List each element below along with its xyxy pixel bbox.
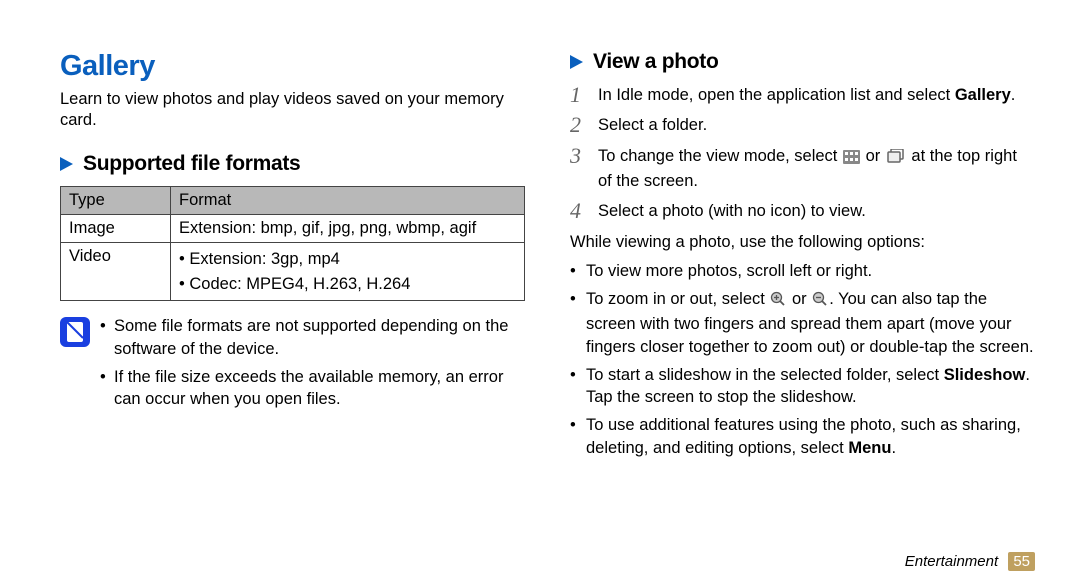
- table-cell-image-type: Image: [61, 214, 171, 242]
- table-cell-video-format: • Extension: 3gp, mp4 • Codec: MPEG4, H.…: [171, 242, 525, 301]
- opt-bold: Menu: [848, 439, 891, 457]
- step-item: Select a photo (with no icon) to view.: [570, 200, 1035, 222]
- table-header-type: Type: [61, 186, 171, 214]
- options-intro: While viewing a photo, use the following…: [570, 232, 1035, 253]
- manual-page: Gallery Learn to view photos and play vi…: [0, 0, 1080, 586]
- chevron-right-icon: [60, 157, 73, 171]
- section-view-photo: View a photo: [570, 50, 1035, 74]
- grid-view-icon: [843, 148, 860, 170]
- option-item: To start a slideshow in the selected fol…: [570, 364, 1035, 409]
- step-bold: Gallery: [955, 86, 1011, 104]
- opt-text: To start a slideshow in the selected fol…: [586, 366, 944, 384]
- opt-text: .: [891, 439, 896, 457]
- opt-text: To use additional features using the pho…: [586, 416, 1021, 456]
- step-text: .: [1011, 86, 1016, 104]
- zoom-out-icon: [812, 291, 828, 313]
- step-text: or: [861, 147, 885, 165]
- opt-text: or: [787, 290, 811, 308]
- note-block: Some file formats are not supported depe…: [60, 315, 525, 416]
- chevron-right-icon: [570, 55, 583, 69]
- footer-section: Entertainment: [905, 553, 998, 570]
- option-item: To use additional features using the pho…: [570, 414, 1035, 459]
- note-icon: [60, 317, 90, 347]
- intro-text: Learn to view photos and play videos sav…: [60, 89, 525, 132]
- page-footer: Entertainment 55: [905, 553, 1035, 570]
- options-list: To view more photos, scroll left or righ…: [570, 260, 1035, 459]
- opt-text: To zoom in or out, select: [586, 290, 769, 308]
- step-text: To change the view mode, select: [598, 147, 842, 165]
- video-ext: Extension: 3gp, mp4: [189, 250, 339, 268]
- video-codec: Codec: MPEG4, H.263, H.264: [189, 275, 410, 293]
- note-item: If the file size exceeds the available m…: [100, 366, 525, 411]
- note-item: Some file formats are not supported depe…: [100, 315, 525, 360]
- formats-table: Type Format Image Extension: bmp, gif, j…: [60, 186, 525, 302]
- option-item: To zoom in or out, select or . You can a…: [570, 288, 1035, 358]
- step-text: In Idle mode, open the application list …: [598, 86, 955, 104]
- right-column: View a photo In Idle mode, open the appl…: [570, 50, 1035, 556]
- section-heading: Supported file formats: [83, 152, 300, 176]
- step-item: Select a folder.: [570, 114, 1035, 136]
- section-heading: View a photo: [593, 50, 719, 74]
- step-item: To change the view mode, select or at th…: [570, 145, 1035, 193]
- step-item: In Idle mode, open the application list …: [570, 84, 1035, 106]
- table-cell-video-type: Video: [61, 242, 171, 301]
- section-supported-formats: Supported file formats: [60, 152, 525, 176]
- table-header-format: Format: [171, 186, 525, 214]
- left-column: Gallery Learn to view photos and play vi…: [60, 50, 525, 556]
- page-number: 55: [1008, 552, 1035, 571]
- opt-bold: Slideshow: [944, 366, 1026, 384]
- stack-view-icon: [886, 148, 906, 170]
- zoom-in-icon: [770, 291, 786, 313]
- steps-list: In Idle mode, open the application list …: [570, 84, 1035, 222]
- table-cell-image-format: Extension: bmp, gif, jpg, png, wbmp, agi…: [171, 214, 525, 242]
- option-item: To view more photos, scroll left or righ…: [570, 260, 1035, 282]
- page-title: Gallery: [60, 50, 525, 83]
